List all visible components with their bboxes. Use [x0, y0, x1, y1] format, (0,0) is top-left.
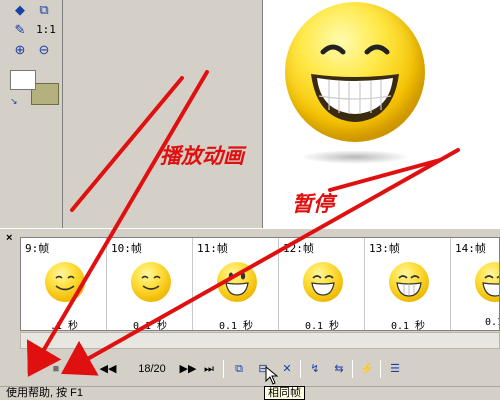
- frame-delay[interactable]: 0.1 秒: [279, 317, 365, 330]
- frame-item[interactable]: 12:帧 0.1 秒: [279, 238, 365, 330]
- shape-select-icon[interactable]: ◆: [12, 2, 28, 18]
- smiley-thumbnail-icon: [217, 262, 257, 302]
- frame-thumbnail: [473, 260, 499, 304]
- toolbox: ◆ ⧉ ✎ 1:1 ⊕ ⊖ ↘: [0, 0, 62, 228]
- color-selector[interactable]: ↘: [8, 70, 62, 120]
- playback-toolbar: ▶ ■ ⏮ ◀◀ 18/20 ▶▶ ⏭ ⧉ ⊟ ✕ ↯ ⇆ ⚡ ☰: [0, 352, 500, 386]
- frame-label: 10:帧: [111, 242, 142, 255]
- smiley-preview-image: [285, 2, 425, 142]
- frame-label: 12:帧: [283, 242, 314, 255]
- actual-size-button[interactable]: 1:1: [36, 22, 56, 38]
- tween-button[interactable]: ↯: [306, 360, 324, 378]
- frame-thumbnail: [215, 260, 259, 304]
- copy-frame-button[interactable]: ⧉: [230, 360, 248, 378]
- mouse-cursor-icon: [265, 366, 279, 385]
- frame-item[interactable]: 13:帧 0.1 秒: [365, 238, 451, 330]
- frame-delay[interactable]: 0.1 秒: [365, 317, 451, 330]
- previous-frame-button[interactable]: ◀◀: [98, 360, 118, 378]
- toolbar-separator: [223, 360, 224, 378]
- smiley-thumbnail-icon: [45, 262, 85, 302]
- reverse-frames-button[interactable]: ⇆: [330, 360, 348, 378]
- frame-label: 11:帧: [197, 242, 228, 255]
- frame-thumbnail: [43, 260, 87, 304]
- smiley-thumbnail-icon: [303, 262, 343, 302]
- smiley-shadow: [300, 150, 410, 164]
- first-frame-button[interactable]: ⏮: [76, 360, 94, 378]
- frame-strip[interactable]: 9:帧 .1 秒 10:帧 0.1 秒 11:帧 0.1 秒 12:帧 0.1 …: [20, 237, 500, 331]
- frame-label: 14:帧: [455, 242, 486, 255]
- status-text: 使用帮助, 按 F1: [6, 387, 84, 399]
- toolbar-separator: [352, 360, 353, 378]
- canvas-side-panel: [63, 0, 263, 228]
- frame-item[interactable]: 11:帧 0.1 秒: [193, 238, 279, 330]
- close-icon[interactable]: ×: [6, 232, 12, 244]
- eyedropper-icon[interactable]: ✎: [12, 22, 28, 38]
- frame-properties-button[interactable]: ☰: [386, 360, 404, 378]
- smiley-thumbnail-icon: [131, 262, 171, 302]
- frame-delay[interactable]: 0.1 秒: [107, 317, 193, 330]
- horizontal-scrollbar[interactable]: [20, 332, 500, 349]
- canvas-area[interactable]: [62, 0, 500, 228]
- last-frame-button[interactable]: ⏭: [200, 360, 218, 378]
- frame-delay[interactable]: 0.1 秒: [193, 317, 279, 330]
- frame-label: 13:帧: [369, 242, 400, 255]
- frame-delay[interactable]: 0.1: [451, 317, 499, 328]
- stop-button[interactable]: ■: [48, 360, 64, 378]
- crop-icon[interactable]: ⧉: [36, 2, 52, 18]
- frame-thumbnail: [129, 260, 173, 304]
- frames-panel: × 9:帧 .1 秒 10:帧 0.1 秒 11:帧 0.1 秒 12:帧 0.…: [0, 228, 500, 350]
- zoom-out-icon[interactable]: ⊖: [36, 42, 52, 58]
- optimize-button[interactable]: ⚡: [358, 360, 376, 378]
- tooltip: 相同帧: [264, 386, 305, 400]
- status-bar: 使用帮助, 按 F1: [0, 386, 500, 400]
- pause-annotation-label: 暂停: [292, 191, 334, 216]
- frame-item[interactable]: 10:帧 0.1 秒: [107, 238, 193, 330]
- toolbar-separator: [300, 360, 301, 378]
- frame-item[interactable]: 14:帧 0.1: [451, 238, 499, 330]
- smiley-thumbnail-icon: [475, 262, 499, 302]
- smiley-thumbnail-icon: [389, 262, 429, 302]
- foreground-color-swatch[interactable]: [10, 70, 36, 90]
- frame-thumbnail: [387, 260, 431, 304]
- frame-delay[interactable]: .1 秒: [21, 317, 107, 330]
- frame-item[interactable]: 9:帧 .1 秒: [21, 238, 107, 330]
- frame-counter: 18/20: [138, 363, 166, 375]
- play-annotation-label: 播放动画: [160, 143, 244, 168]
- next-frame-button[interactable]: ▶▶: [178, 360, 198, 378]
- toolbar-separator: [380, 360, 381, 378]
- play-button[interactable]: ▶: [24, 360, 40, 378]
- frame-thumbnail: [301, 260, 345, 304]
- frame-label: 9:帧: [25, 242, 50, 255]
- swap-colors-icon[interactable]: ↘: [10, 96, 18, 107]
- zoom-in-icon[interactable]: ⊕: [12, 42, 28, 58]
